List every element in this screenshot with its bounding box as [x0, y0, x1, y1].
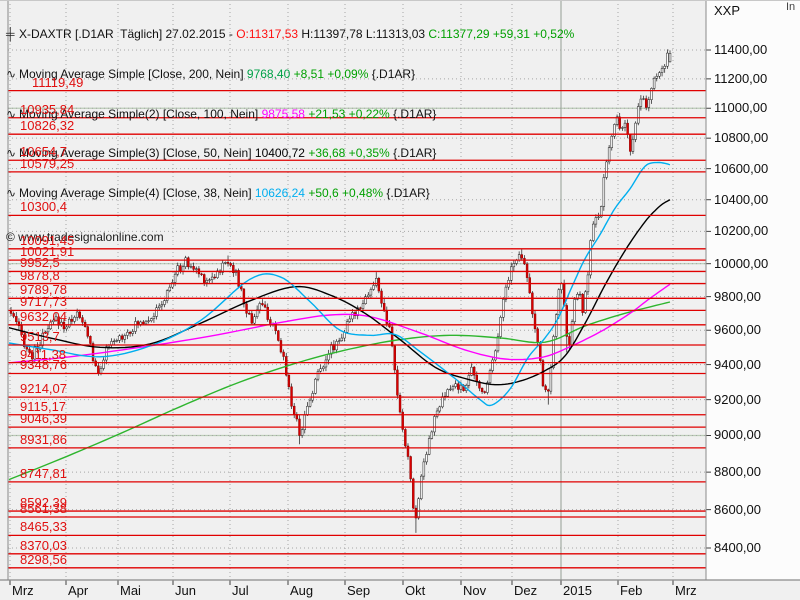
axis-tick-label: 9400,00	[714, 358, 761, 372]
axis-tick-label: 11000,00	[714, 101, 767, 115]
axis-tick-label: 11400,00	[714, 43, 767, 57]
month-label: Jun	[175, 584, 196, 598]
sr-price-label: 8465,33	[20, 520, 67, 533]
indicator-change: +36,68 +0,35%	[308, 146, 393, 160]
axis-tick-label: 8800,00	[714, 465, 761, 479]
sr-price-label: 11119,49	[32, 76, 83, 89]
indicator-icon: ∿	[6, 108, 19, 121]
instrument-icon: ╪	[6, 28, 19, 41]
indicator-value: 10626,24	[255, 186, 305, 200]
month-label: Nov	[463, 584, 486, 598]
sr-price-label: 8747,81	[20, 467, 67, 480]
instrument-title: X-DAXTR [.D1AR Täglich] 27.02.2015 -	[19, 27, 236, 41]
high-low-value: H:11397,78 L:11313,03	[301, 27, 428, 41]
axis-tick-label: 10200,00	[714, 224, 768, 238]
indicator-suffix: {.D1AR}	[393, 107, 436, 121]
indicator-suffix: {.D1AR}	[386, 186, 429, 200]
close-value: C:11377,29 +59,31 +0,52%	[428, 27, 574, 41]
tradesignal-chart-window: ╪X-DAXTR [.D1AR Täglich] 27.02.2015 - O:…	[0, 0, 800, 600]
indicator-value: 9768,40	[247, 67, 290, 81]
indicator-label: Moving Average Simple(4) [Close, 38, Nei…	[19, 186, 255, 200]
sr-price-label: 10579,25	[20, 157, 74, 170]
axis-tick-label: 9000,00	[714, 428, 761, 442]
sr-price-label: 8298,56	[20, 553, 67, 566]
month-label: Dez	[514, 584, 537, 598]
indicator-icon: ∿	[6, 147, 19, 160]
indicator-value: 9875,58	[262, 107, 305, 121]
month-label: Sep	[347, 584, 370, 598]
chart-group-label: XXP	[714, 3, 740, 18]
sr-price-label: 8370,03	[20, 539, 67, 552]
month-label: Okt	[405, 584, 425, 598]
sr-price-label: 10826,32	[20, 119, 74, 132]
indicator-icon: ∿	[6, 68, 19, 81]
axis-tick-label: 11200,00	[714, 72, 767, 86]
indicator-row-sma100[interactable]: ∿Moving Average Simple(2) [Close, 100, N…	[6, 108, 574, 121]
sr-price-label: 9632,04	[20, 310, 67, 323]
axis-tick-label: 10400,00	[714, 193, 768, 207]
axis-tick-label: 9200,00	[714, 393, 761, 407]
month-label: 2015	[563, 584, 592, 598]
month-label: Aug	[290, 584, 313, 598]
sr-price-label: 9717,73	[20, 295, 67, 308]
open-value: O:11317,53	[236, 27, 301, 41]
month-label: Mrz	[12, 584, 34, 598]
sr-price-label: 9348,76	[20, 358, 67, 371]
chart-legend: ╪X-DAXTR [.D1AR Täglich] 27.02.2015 - O:…	[6, 2, 574, 271]
month-label: Mrz	[675, 584, 697, 598]
indicator-row-sma38[interactable]: ∿Moving Average Simple(4) [Close, 38, Ne…	[6, 187, 574, 200]
month-label: Apr	[68, 584, 88, 598]
indicator-change: +50,6 +0,48%	[308, 186, 386, 200]
indicator-row-sma50[interactable]: ∿Moving Average Simple(3) [Close, 50, Ne…	[6, 147, 574, 160]
sr-price-label: 8931,86	[20, 433, 67, 446]
indicator-icon: ∿	[6, 187, 19, 200]
sr-price-label: 8561,38	[20, 502, 67, 515]
indicator-change: +21,53 +0,22%	[308, 107, 393, 121]
axis-tick-label: 10000,00	[714, 257, 768, 271]
month-label: Jul	[232, 584, 249, 598]
sr-price-label: 10300,4	[20, 200, 67, 213]
corner-text-fragment: In	[786, 1, 795, 13]
sr-price-label: 10935,84	[20, 103, 74, 116]
indicator-change: +8,51 +0,09%	[294, 67, 372, 81]
indicator-suffix: {.D1AR}	[372, 67, 415, 81]
indicator-value: 10400,72	[255, 146, 305, 160]
sr-price-label: 9513,7	[20, 330, 60, 343]
indicator-row-sma200[interactable]: ∿Moving Average Simple [Close, 200, Nein…	[6, 68, 574, 81]
sr-price-label: 9046,39	[20, 412, 67, 425]
sr-price-label: 9878,8	[20, 269, 60, 282]
axis-tick-label: 10800,00	[714, 131, 768, 145]
instrument-title-row[interactable]: ╪X-DAXTR [.D1AR Täglich] 27.02.2015 - O:…	[6, 28, 574, 41]
indicator-suffix: {.D1AR}	[393, 146, 436, 160]
month-label: Mai	[120, 584, 141, 598]
watermark: © www.tradesignalonline.com	[6, 231, 574, 244]
axis-tick-label: 9600,00	[714, 323, 761, 337]
axis-tick-label: 8400,00	[714, 541, 761, 555]
axis-tick-label: 8600,00	[714, 503, 761, 517]
axis-tick-label: 9800,00	[714, 290, 761, 304]
axis-tick-label: 10600,00	[714, 162, 768, 176]
month-label: Feb	[620, 584, 642, 598]
sr-price-label: 9214,07	[20, 382, 67, 395]
